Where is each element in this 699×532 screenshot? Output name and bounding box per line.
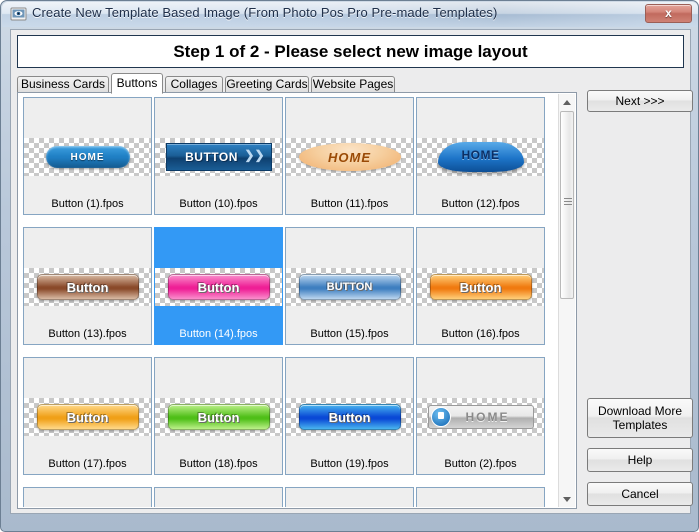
template-art-label: Button bbox=[66, 409, 109, 425]
template-thumbnail: Button bbox=[155, 398, 282, 436]
template-thumbnail: Button bbox=[286, 398, 413, 436]
tab-business-cards[interactable]: Business Cards bbox=[17, 76, 109, 93]
template-art-label: HOME bbox=[70, 151, 105, 163]
photo-app-icon bbox=[10, 6, 27, 22]
template-art-label: BUTTON bbox=[326, 281, 373, 293]
close-button[interactable]: x bbox=[645, 4, 692, 23]
template-thumbnail: BUTTON bbox=[286, 268, 413, 306]
template-caption: Button (10).fpos bbox=[179, 198, 258, 210]
template-grid[interactable]: HOME Button (1).fpos BUTTON ❯❯ Button (10).f… bbox=[19, 94, 561, 507]
template-thumbnail: HOME bbox=[24, 138, 151, 176]
dialog-window: Create New Template Based Image (From Ph… bbox=[0, 0, 699, 532]
template-cell[interactable]: BUTTON Button (15).fpos bbox=[285, 227, 414, 345]
template-cell[interactable]: Button Button (13).fpos bbox=[23, 227, 152, 345]
window-title: Create New Template Based Image (From Ph… bbox=[32, 5, 498, 20]
scroll-down-button[interactable] bbox=[559, 491, 575, 507]
template-caption: Button (14).fpos bbox=[179, 328, 258, 340]
template-cell[interactable]: BUTTON ❯❯ Button (10).fpos bbox=[154, 97, 283, 215]
template-thumbnail: HOME bbox=[417, 138, 544, 176]
template-caption: Button (13).fpos bbox=[48, 328, 127, 340]
template-cell[interactable] bbox=[285, 487, 414, 507]
tab-website-pages[interactable]: Website Pages bbox=[311, 76, 395, 93]
template-art-label: HOME bbox=[461, 148, 500, 162]
template-thumbnail: Button bbox=[24, 268, 151, 306]
template-thumbnail-art: BUTTON ❯❯ bbox=[165, 143, 272, 171]
title-bar: Create New Template Based Image (From Ph… bbox=[2, 2, 698, 27]
template-cell[interactable]: Button Button (14).fpos bbox=[154, 227, 283, 345]
template-art-label: Button bbox=[328, 409, 371, 425]
template-thumbnail: Button bbox=[155, 268, 282, 306]
template-cell[interactable]: HOME Button (1).fpos bbox=[23, 97, 152, 215]
template-caption: Button (2).fpos bbox=[444, 458, 517, 470]
tab-strip: Business Cards Buttons Collages Greeting Ca… bbox=[17, 73, 684, 94]
template-cell[interactable]: HOME Button (2).fpos bbox=[416, 357, 545, 475]
template-list-panel: HOME Button (1).fpos BUTTON ❯❯ Button (10).f… bbox=[17, 92, 577, 509]
template-art-label: Button bbox=[197, 279, 240, 295]
step-header: Step 1 of 2 - Please select new image la… bbox=[17, 35, 684, 68]
template-thumbnail: Button bbox=[24, 398, 151, 436]
template-cell[interactable]: HOME Button (12).fpos bbox=[416, 97, 545, 215]
template-art-label: Button bbox=[197, 409, 240, 425]
template-thumbnail: BUTTON ❯❯ bbox=[155, 138, 282, 176]
vertical-scrollbar[interactable] bbox=[558, 94, 575, 507]
template-art-label: BUTTON bbox=[185, 150, 238, 164]
triangle-down-icon bbox=[563, 496, 571, 502]
template-cell[interactable]: Button Button (17).fpos bbox=[23, 357, 152, 475]
template-cell[interactable] bbox=[23, 487, 152, 507]
template-thumbnail-art: BUTTON bbox=[298, 274, 401, 300]
template-art-label: HOME bbox=[328, 149, 371, 165]
template-thumbnail-art: HOME bbox=[427, 405, 534, 429]
template-caption: Button (16).fpos bbox=[441, 328, 520, 340]
template-thumbnail: Button bbox=[417, 268, 544, 306]
template-thumbnail-art: Button bbox=[429, 274, 532, 300]
template-art-label: HOME bbox=[465, 410, 510, 424]
tab-buttons[interactable]: Buttons bbox=[111, 73, 163, 94]
template-thumbnail-art: Button bbox=[36, 274, 139, 300]
template-caption: Button (15).fpos bbox=[310, 328, 389, 340]
dialog-client-area: Step 1 of 2 - Please select new image la… bbox=[10, 29, 693, 514]
template-cell[interactable] bbox=[154, 487, 283, 507]
chevron-right-icon: ❯❯ bbox=[244, 148, 265, 162]
scroll-up-button[interactable] bbox=[559, 94, 575, 110]
template-cell[interactable]: Button Button (16).fpos bbox=[416, 227, 545, 345]
lock-icon bbox=[430, 407, 451, 427]
template-cell[interactable] bbox=[416, 487, 545, 507]
template-caption: Button (1).fpos bbox=[51, 198, 124, 210]
template-thumbnail-art: HOME bbox=[437, 142, 524, 172]
template-thumbnail-art: Button bbox=[36, 404, 139, 430]
help-button[interactable]: Help bbox=[587, 448, 693, 472]
scrollbar-thumb[interactable] bbox=[560, 111, 574, 299]
template-caption: Button (17).fpos bbox=[48, 458, 127, 470]
template-cell[interactable]: Button Button (19).fpos bbox=[285, 357, 414, 475]
next-button[interactable]: Next >>> bbox=[587, 90, 693, 112]
template-thumbnail-art: Button bbox=[298, 404, 401, 430]
template-thumbnail-art: HOME bbox=[298, 143, 401, 171]
template-art-label: Button bbox=[459, 279, 502, 295]
triangle-up-icon bbox=[563, 99, 571, 105]
tab-greeting-cards[interactable]: Greeting Cards bbox=[225, 76, 309, 93]
template-thumbnail-art: Button bbox=[167, 404, 270, 430]
cancel-button[interactable]: Cancel bbox=[587, 482, 693, 506]
download-more-templates-button[interactable]: Download More Templates bbox=[587, 398, 693, 438]
template-caption: Button (12).fpos bbox=[441, 198, 520, 210]
scrollbar-grip-icon bbox=[564, 198, 572, 206]
template-art-label: Button bbox=[66, 279, 109, 295]
template-caption: Button (11).fpos bbox=[310, 198, 389, 210]
template-thumbnail: HOME bbox=[417, 398, 544, 436]
template-thumbnail-art: HOME bbox=[45, 146, 130, 168]
tab-collages[interactable]: Collages bbox=[165, 76, 223, 93]
template-caption: Button (19).fpos bbox=[310, 458, 389, 470]
template-cell[interactable]: HOME Button (11).fpos bbox=[285, 97, 414, 215]
template-cell[interactable]: Button Button (18).fpos bbox=[154, 357, 283, 475]
template-thumbnail-art: Button bbox=[167, 274, 270, 300]
template-thumbnail: HOME bbox=[286, 138, 413, 176]
template-caption: Button (18).fpos bbox=[179, 458, 258, 470]
